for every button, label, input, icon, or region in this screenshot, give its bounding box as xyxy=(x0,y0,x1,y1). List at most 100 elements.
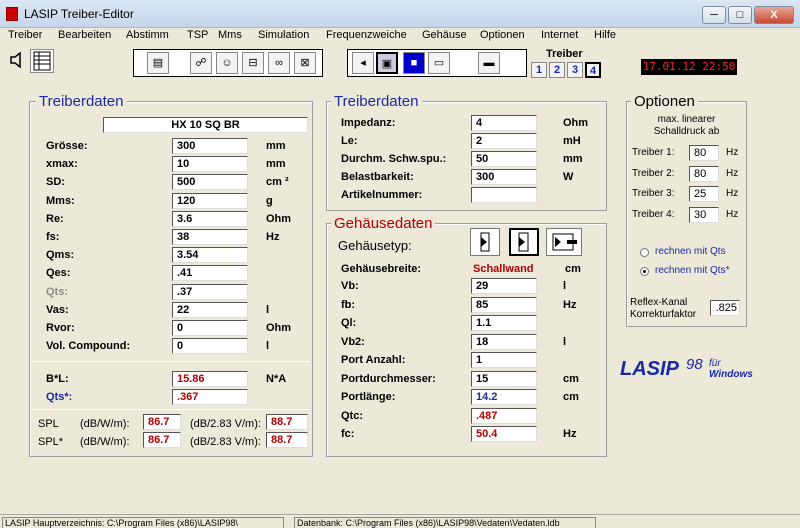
clock-display: 17.01.12 22:50 xyxy=(641,59,737,75)
table-icon[interactable] xyxy=(30,49,54,73)
gehaeuse-unit-3: l xyxy=(563,335,567,348)
treiber2-field-1[interactable]: 2 xyxy=(471,133,537,149)
treiber-field-5[interactable]: 38 xyxy=(172,229,248,245)
gehaeuse-field-4[interactable]: 1 xyxy=(471,352,537,368)
treiber-label: Treiber xyxy=(546,48,583,60)
close-button[interactable]: X xyxy=(754,6,794,24)
bl-field[interactable]: 15.86 xyxy=(172,371,248,387)
gehaeuse-field-0[interactable]: 29 xyxy=(471,278,537,294)
network-icon[interactable]: ☍ xyxy=(190,52,212,74)
menu-abstimm[interactable]: Abstimm xyxy=(126,29,169,41)
gehaeuse-field-5[interactable]: 15 xyxy=(471,370,537,387)
document-icon[interactable]: ▤ xyxy=(147,52,169,74)
gehaeuse-label-7: Qtc: xyxy=(341,409,363,422)
treiber-field-7[interactable]: .41 xyxy=(172,265,248,282)
lasip-logo: LASIP 98 für Windows xyxy=(620,356,770,386)
treiber2-label-3: Belastbarkeit: xyxy=(341,171,414,183)
korrekturfaktor-field[interactable]: .825 xyxy=(710,300,740,316)
menu-frequenzweiche[interactable]: Frequenzweiche xyxy=(326,29,407,41)
treiber-field-6[interactable]: 3.54 xyxy=(172,247,248,264)
open-baffle-icon[interactable] xyxy=(509,228,539,256)
speaker-x-icon[interactable]: ⊠ xyxy=(294,52,316,74)
gehaeuse-field-2[interactable]: 1.1 xyxy=(471,315,537,331)
qts-star-field[interactable]: .367 xyxy=(172,389,248,405)
radio-qts-label[interactable]: rechnen mit Qts xyxy=(655,246,726,257)
menu-tsp[interactable]: TSP xyxy=(187,29,208,41)
car-icon[interactable]: ▬ xyxy=(478,52,500,74)
treiber-field-8[interactable]: .37 xyxy=(172,283,248,300)
radio-qts-star[interactable] xyxy=(640,267,649,276)
folder-icon[interactable]: ▭ xyxy=(428,52,450,74)
tab-treiber-1[interactable]: 1 xyxy=(531,62,547,78)
gehaeuse-field-7[interactable]: .487 xyxy=(471,407,537,424)
minimize-button[interactable]: ─ xyxy=(702,6,726,24)
optionen-field-1[interactable]: 80 xyxy=(689,165,719,182)
gehaeuse-label-2: Ql: xyxy=(341,317,357,329)
spl-star-field-2[interactable]: 88.7 xyxy=(266,432,308,448)
box-blue-icon[interactable]: ■ xyxy=(403,52,425,74)
filter-icon[interactable]: ⊟ xyxy=(242,52,264,74)
gehaeuse-field-3[interactable]: 18 xyxy=(471,333,537,350)
treiber2-field-4[interactable] xyxy=(471,187,537,203)
optionen-unit-2: Hz xyxy=(726,188,739,199)
menu-simulation[interactable]: Simulation xyxy=(258,29,309,41)
menu-treiber[interactable]: Treiber xyxy=(8,29,42,41)
treiber-label-3: Mms: xyxy=(46,194,75,207)
gehaeuse-field-6[interactable]: 14.2 xyxy=(471,389,537,405)
optionen-field-3[interactable]: 30 xyxy=(689,206,719,223)
closed-box-icon[interactable] xyxy=(470,228,500,256)
spl-field-2[interactable]: 88.7 xyxy=(266,414,308,430)
optionen-unit-3: Hz xyxy=(726,208,739,220)
treiber-field-9[interactable]: 22 xyxy=(172,301,248,318)
treiber-label-11: Vol. Compound: xyxy=(46,340,131,353)
spl-field-1[interactable]: 86.7 xyxy=(143,414,181,430)
radio-qts[interactable] xyxy=(640,248,649,257)
treiber-label-2: SD: xyxy=(46,176,65,189)
gehaeuse-field-1[interactable]: 85 xyxy=(471,296,537,313)
spl-star-field-1[interactable]: 86.7 xyxy=(143,432,181,448)
tape-icon[interactable]: ∞ xyxy=(268,52,290,74)
optionen-unit-0: Hz xyxy=(726,147,739,158)
treiber2-field-0[interactable]: 4 xyxy=(471,115,537,131)
tab-treiber-4[interactable]: 4 xyxy=(585,62,601,78)
treiber-field-4[interactable]: 3.6 xyxy=(172,210,248,227)
treiber2-label-1: Le: xyxy=(341,135,358,147)
menu-mms[interactable]: Mms xyxy=(218,29,242,41)
treiberdaten-panel xyxy=(29,101,313,457)
tab-treiber-2[interactable]: 2 xyxy=(549,62,565,78)
treiber2-field-3[interactable]: 300 xyxy=(471,169,537,185)
menu-hilfe[interactable]: Hilfe xyxy=(594,29,616,41)
reflex-kanal-label: Reflex-Kanal xyxy=(630,297,688,308)
optionen-field-2[interactable]: 25 xyxy=(689,186,719,202)
enclosure-selected-icon[interactable]: ▣ xyxy=(376,52,398,74)
treiber-field-1[interactable]: 10 xyxy=(172,156,248,173)
treiber-field-2[interactable]: 500 xyxy=(172,174,248,191)
treiber-field-3[interactable]: 120 xyxy=(172,192,248,209)
gehaeuse-field-8[interactable]: 50.4 xyxy=(471,426,537,442)
speaker-small-icon[interactable]: ◂ xyxy=(352,52,374,74)
treiber-field-10[interactable]: 0 xyxy=(172,320,248,336)
tab-treiber-3[interactable]: 3 xyxy=(567,62,583,78)
treiber-label-0: Grösse: xyxy=(46,140,88,152)
optionen-field-0[interactable]: 80 xyxy=(689,145,719,161)
driver-name-field[interactable]: HX 10 SQ BR xyxy=(103,117,308,133)
status-bar: LASIP Hauptverzeichnis: C:\Program Files… xyxy=(0,514,800,528)
maximize-button[interactable]: □ xyxy=(728,6,752,24)
treiberdaten-title: Treiberdaten xyxy=(36,93,127,110)
logo-fuer: für xyxy=(709,358,721,369)
menu-gehaeuse[interactable]: Gehäuse xyxy=(422,29,467,41)
treiber2-field-2[interactable]: 50 xyxy=(471,151,537,167)
logo-windows: Windows xyxy=(709,369,753,380)
menu-internet[interactable]: Internet xyxy=(541,29,578,41)
menu-bearbeiten[interactable]: Bearbeiten xyxy=(58,29,111,41)
bass-reflex-icon[interactable] xyxy=(546,228,582,256)
menu-optionen[interactable]: Optionen xyxy=(480,29,525,41)
radio-qts-star-label[interactable]: rechnen mit Qts* xyxy=(655,265,729,276)
user-icon[interactable]: ☺ xyxy=(216,52,238,74)
gehaeusebreite-label: Gehäusebreite: xyxy=(341,263,422,275)
gehaeuse-label-6: Portlänge: xyxy=(341,391,396,403)
speaker-icon[interactable] xyxy=(6,50,28,72)
treiber-field-11[interactable]: 0 xyxy=(172,338,248,355)
treiber-label-4: Re: xyxy=(46,212,64,225)
treiber-field-0[interactable]: 300 xyxy=(172,138,248,154)
